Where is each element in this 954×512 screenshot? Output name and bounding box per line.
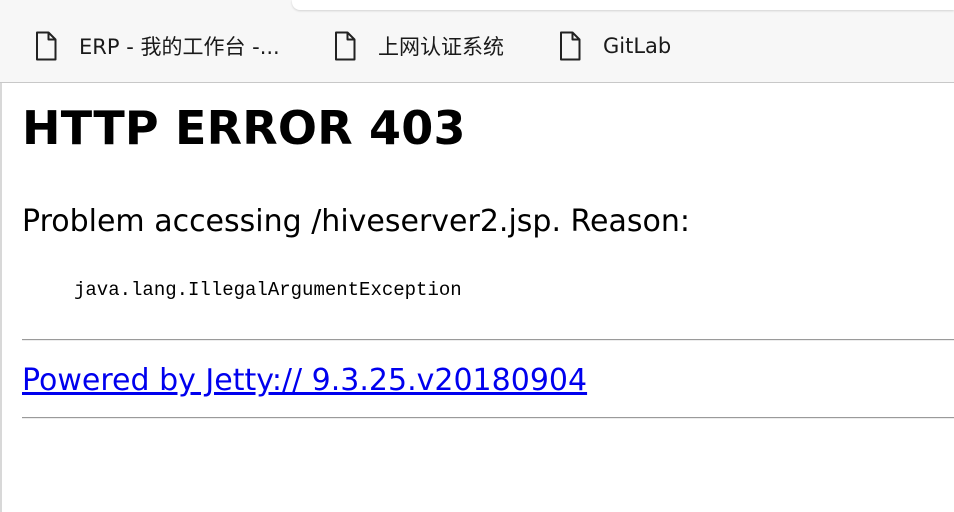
page-icon: [36, 31, 57, 61]
error-reason: java.lang.IllegalArgumentException: [74, 279, 462, 301]
jetty-link[interactable]: Powered by Jetty:// 9.3.25.v20180904: [22, 363, 587, 398]
address-bar-edge[interactable]: [292, 0, 954, 10]
error-heading: HTTP ERROR 403: [22, 101, 466, 155]
page-icon: [335, 31, 356, 61]
bookmark-erp[interactable]: ERP - 我的工作台 -...: [35, 24, 280, 68]
divider: [22, 417, 954, 419]
bookmark-label: ERP - 我的工作台 -...: [79, 35, 280, 59]
page-content: HTTP ERROR 403 Problem accessing /hivese…: [0, 83, 954, 512]
bookmark-label: 上网认证系统: [378, 35, 504, 59]
browser-toolbar: ERP - 我的工作台 -... 上网认证系统 GitLab: [0, 0, 954, 83]
bookmark-auth-system[interactable]: 上网认证系统: [334, 24, 504, 68]
divider: [22, 339, 954, 341]
bookmark-gitlab[interactable]: GitLab: [559, 24, 671, 68]
bookmark-label: GitLab: [603, 34, 672, 58]
problem-message: Problem accessing /hiveserver2.jsp. Reas…: [22, 204, 690, 239]
page-icon: [560, 31, 581, 61]
